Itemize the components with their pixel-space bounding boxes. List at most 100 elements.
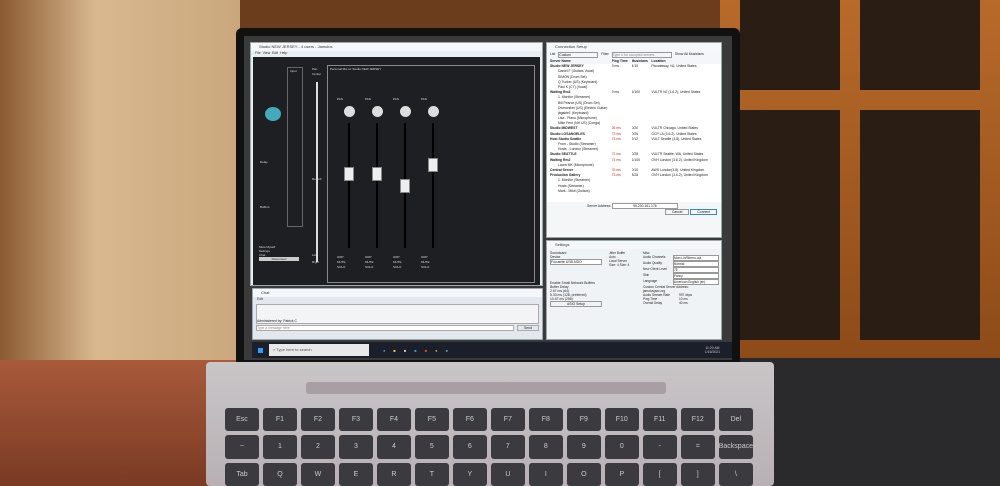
keyboard-key[interactable]: F10: [604, 408, 639, 432]
keyboard-key[interactable]: E: [338, 462, 373, 486]
taskbar: ⌕ Type here to search ● ■ ■ ■ ■ ● ● 11:2…: [252, 342, 732, 358]
keyboard-key[interactable]: Tab: [225, 462, 259, 486]
keyboard-key[interactable]: 9: [566, 435, 601, 459]
search-box[interactable]: ⌕ Type here to search: [269, 344, 369, 356]
keyboard-key[interactable]: Esc: [225, 408, 259, 432]
keyboard-key[interactable]: 5: [414, 435, 449, 459]
keyboard: Esc F1 F2 F3 F4 F5 F6 F7 F8 F9 F10 F11 F12 Del ~1 2 3 4 5 6…: [225, 408, 753, 486]
keyboard-key[interactable]: F11: [642, 408, 677, 432]
server-row[interactable]: Mark - Mikit (Guitars): [550, 189, 721, 194]
keyboard-key[interactable]: \: [718, 462, 753, 486]
window-title: Studio NEW JERSEY - 4 users - Jamulus: [251, 43, 542, 51]
keyboard-key[interactable]: W: [300, 462, 335, 486]
pan-knob[interactable]: [427, 106, 439, 117]
pan-reverb-sliders[interactable]: Pan Center Reverb Left Right: [310, 67, 324, 267]
server-list[interactable]: Studio NEW JERSEY 9 ms 4/15 Piscataway, NJ,…: [547, 64, 721, 203]
keyboard-key[interactable]: O: [566, 462, 601, 486]
menu-file[interactable]: File: [255, 51, 261, 55]
keyboard-key[interactable]: F4: [376, 408, 411, 432]
explorer-icon[interactable]: ■: [393, 348, 395, 353]
connection-setup-window: Connection Setup List Custom Filter Type…: [546, 42, 722, 238]
keyboard-key[interactable]: ]: [680, 462, 715, 486]
fader-track: [376, 123, 378, 248]
keyboard-key[interactable]: 6: [452, 435, 487, 459]
keyboard-key[interactable]: =: [680, 435, 715, 459]
keyboard-key[interactable]: 1: [262, 435, 297, 459]
keyboard-key[interactable]: -: [642, 435, 677, 459]
channel-strip: PAN GRPMUTESOLO Q Tucker (vk): [391, 97, 419, 327]
fader-track: [348, 123, 350, 248]
keyboard-key[interactable]: Del: [718, 408, 753, 432]
solo-button[interactable]: SOLO: [393, 265, 402, 270]
menu-edit[interactable]: Edit: [253, 297, 542, 303]
laptop-screen: Studio NEW JERSEY - 4 users - Jamulus Fi…: [244, 36, 732, 360]
keyboard-key[interactable]: F12: [680, 408, 715, 432]
chat-window: Chat Edit Administered by: Patrick C Typ…: [252, 288, 543, 340]
keyboard-key[interactable]: ~: [225, 435, 259, 459]
fader-handle[interactable]: [372, 166, 382, 181]
fader-handle[interactable]: [400, 179, 410, 194]
keyboard-key[interactable]: F9: [566, 408, 601, 432]
keyboard-key[interactable]: U: [490, 462, 525, 486]
pan-knob[interactable]: [399, 106, 411, 117]
fader-handle[interactable]: [344, 166, 354, 181]
keyboard-key[interactable]: Q: [262, 462, 297, 486]
fader-handle[interactable]: [428, 158, 438, 172]
keyboard-key[interactable]: [: [642, 462, 677, 486]
office-icon[interactable]: ■: [425, 348, 427, 353]
asio-setup-button[interactable]: ASIO Setup: [550, 301, 602, 307]
keyboard-key[interactable]: F2: [300, 408, 335, 432]
keyboard-key[interactable]: 7: [490, 435, 525, 459]
keyboard-key[interactable]: F5: [414, 408, 449, 432]
list-select[interactable]: Custom: [558, 52, 599, 58]
mixer-panel: Input Delay Buffers Pan Center Reverb Lef…: [253, 57, 540, 327]
keyboard-key[interactable]: 8: [528, 435, 563, 459]
window-title: Chat: [253, 289, 542, 297]
disconnect-button[interactable]: Disconnect: [259, 257, 299, 261]
solo-button[interactable]: SOLO: [421, 265, 430, 270]
chrome-icon[interactable]: ●: [435, 348, 437, 353]
keyboard-key[interactable]: 0: [604, 435, 639, 459]
buffers-indicator: Buffers: [260, 205, 270, 209]
keyboard-key[interactable]: F7: [490, 408, 525, 432]
keyboard-key[interactable]: 3: [338, 435, 373, 459]
keyboard-key[interactable]: 2: [300, 435, 335, 459]
filter-input[interactable]: Type # for occupied servers: [611, 52, 672, 58]
pan-knob[interactable]: [371, 106, 383, 117]
keyboard-key[interactable]: T: [414, 462, 449, 486]
chat-input[interactable]: Type a message here: [256, 325, 514, 331]
jamulus-taskbar-icon[interactable]: ●: [446, 348, 448, 353]
send-button[interactable]: Send: [517, 325, 539, 331]
keyboard-key[interactable]: F1: [262, 408, 297, 432]
cancel-button[interactable]: Cancel: [664, 209, 690, 216]
edge-icon[interactable]: ●: [383, 348, 385, 353]
show-all-musicians-checkbox[interactable]: Show All Musicians: [675, 52, 704, 58]
windows-start-icon[interactable]: [258, 347, 263, 353]
solo-button[interactable]: SOLO: [337, 265, 346, 270]
window-frame: [720, 0, 1000, 370]
keyboard-key[interactable]: I: [528, 462, 563, 486]
keyboard-key[interactable]: F8: [528, 408, 563, 432]
keyboard-key[interactable]: 4: [376, 435, 411, 459]
mail-icon[interactable]: ■: [414, 348, 416, 353]
chat-history: Administered by: Patrick C: [256, 304, 539, 324]
pan-knob[interactable]: [343, 106, 355, 117]
keyboard-key[interactable]: P: [604, 462, 639, 486]
jamulus-logo-icon: [265, 107, 281, 121]
store-icon[interactable]: ■: [404, 348, 406, 353]
channel-strip: PAN GRPMUTESOLO Paul K (CT): [419, 97, 447, 327]
keyboard-key[interactable]: R: [376, 462, 411, 486]
keyboard-key[interactable]: Y: [452, 462, 487, 486]
fader-track: [432, 123, 434, 248]
device-select[interactable]: Focusrite USB ASIO: [550, 259, 602, 265]
keyboard-key[interactable]: F6: [452, 408, 487, 432]
menu-view[interactable]: View: [263, 51, 271, 55]
channel-strip: PAN GRPMUTESOLO SIMON: [363, 97, 391, 327]
menu-edit[interactable]: Edit: [272, 51, 278, 55]
solo-button[interactable]: SOLO: [365, 265, 374, 270]
clock[interactable]: 11:20 AM 1/16/2021: [705, 346, 720, 354]
connect-button[interactable]: Connect: [690, 209, 717, 216]
menu-help[interactable]: Help: [280, 51, 287, 55]
keyboard-key[interactable]: Backspace: [718, 435, 753, 459]
keyboard-key[interactable]: F3: [338, 408, 373, 432]
